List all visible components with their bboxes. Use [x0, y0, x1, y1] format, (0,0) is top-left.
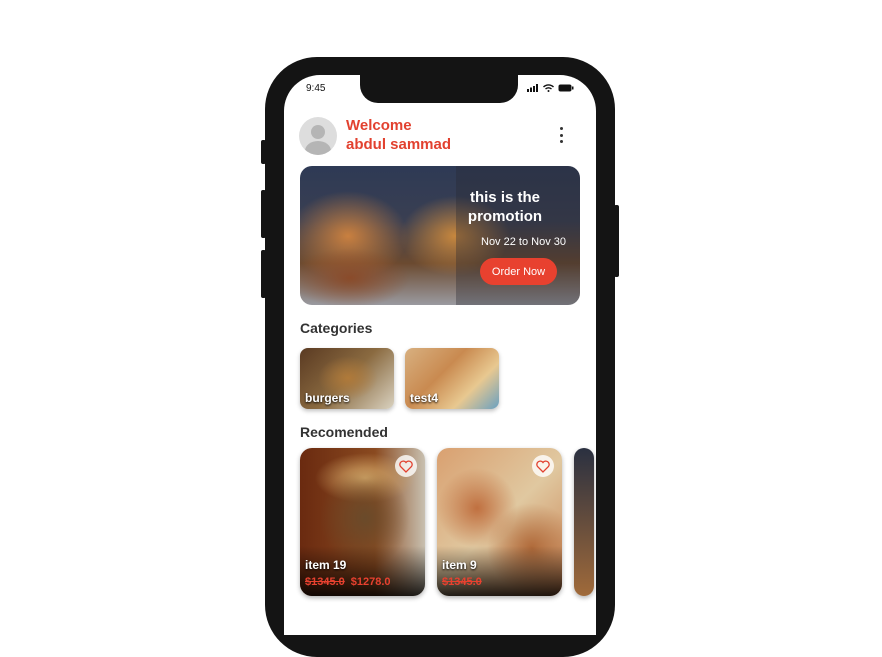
- heart-icon[interactable]: [395, 455, 417, 477]
- greeting: Welcome: [346, 117, 412, 134]
- battery-icon: [558, 84, 574, 92]
- notch: [360, 75, 518, 103]
- promotion-title: this is the promotion: [467, 189, 543, 225]
- user-name: abdul sammad: [346, 136, 452, 153]
- wifi-icon: [543, 84, 554, 92]
- old-price: $1345.0: [305, 576, 345, 588]
- promotion-dates: Nov 22 to Nov 30: [481, 236, 566, 248]
- more-options-icon[interactable]: [554, 127, 568, 143]
- signal-icon: [527, 84, 538, 92]
- price: $1278.0: [350, 576, 391, 588]
- welcome-text: Welcome abdul sammad: [346, 116, 451, 154]
- categories-heading: Categories: [300, 320, 373, 336]
- item-name: item 19: [305, 558, 347, 572]
- category-card-burgers[interactable]: burgers: [300, 348, 394, 409]
- category-label: burgers: [305, 391, 350, 405]
- recommended-card[interactable]: item 19 $1345.0 $1278.0: [300, 448, 425, 596]
- promotion-banner[interactable]: this is the promotion Nov 22 to Nov 30 O…: [300, 166, 580, 305]
- app-screen: 9:45 Welcome abdul sammad this is the pr…: [284, 75, 596, 635]
- recommended-card[interactable]: item 9 $1345.0: [437, 448, 562, 596]
- recommended-card-partial[interactable]: [574, 448, 594, 596]
- category-card-test4[interactable]: test4: [405, 348, 499, 409]
- recommended-heading: Recomended: [300, 424, 388, 440]
- heart-icon[interactable]: [532, 455, 554, 477]
- order-now-button[interactable]: Order Now: [480, 258, 557, 285]
- status-icons: [527, 84, 574, 92]
- old-price: $1345.0: [442, 576, 482, 588]
- item-name: item 9: [442, 558, 477, 572]
- status-time: 9:45: [306, 83, 326, 94]
- avatar[interactable]: [299, 117, 337, 155]
- category-label: test4: [410, 391, 439, 405]
